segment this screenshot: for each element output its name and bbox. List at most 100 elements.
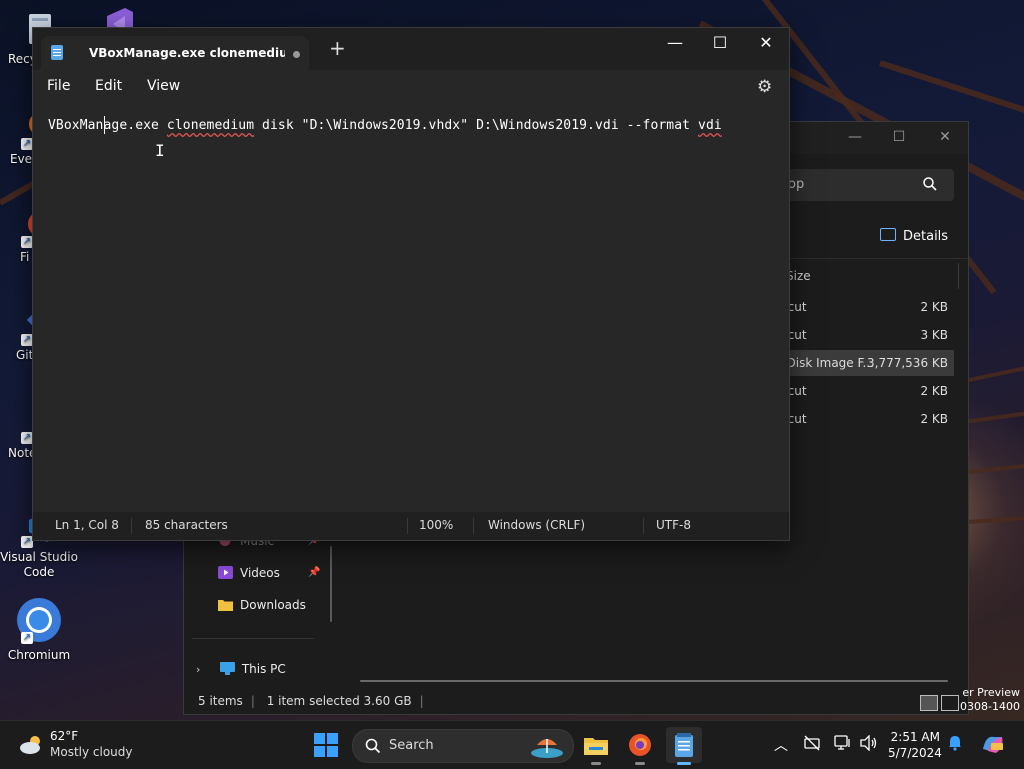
gear-icon[interactable]: ⚙ [757,77,772,97]
character-count: 85 characters [145,518,228,532]
file-type: ) Disk Image F... [778,356,874,370]
ibeam-cursor-icon: I [155,141,165,160]
explorer-close-button[interactable]: ✕ [922,122,968,152]
folder-icon [218,595,233,611]
videos-icon [218,563,233,579]
view-toggle[interactable] [920,692,962,711]
misspelled-word: clonemedium [166,118,255,133]
close-button[interactable]: ✕ [743,28,789,60]
nav-label: Downloads [240,598,306,612]
file-row-selected[interactable]: ) Disk Image F... 3,777,536 KB [778,350,954,376]
file-size: 3,777,536 KB [867,356,948,370]
status-separator [407,518,408,534]
notepad-status-bar: Ln 1, Col 8 85 characters 100% Windows (… [33,512,789,540]
start-button[interactable] [314,733,338,757]
explorer-search-box[interactable]: op [778,169,954,201]
copilot-icon[interactable] [980,731,1006,761]
file-row[interactable]: rtcut 3 KB [778,322,954,348]
line-ending[interactable]: Windows (CRLF) [488,518,585,532]
notepad-icon [51,45,63,60]
weather-temp: 62°F [50,729,79,743]
nav-scrollbar[interactable] [330,546,332,622]
clock-time: 2:51 AM [890,730,940,744]
menu-edit[interactable]: Edit [95,78,122,94]
search-label: Search [389,738,434,753]
firefox-icon [629,734,651,756]
file-size: 3 KB [920,328,948,342]
minimize-button[interactable]: — [652,28,698,60]
nav-label: Videos [240,566,280,580]
chromium-icon: ↗ [15,596,63,644]
file-row[interactable]: rtcut 2 KB [778,294,954,320]
search-icon [922,176,940,194]
windows-logo-icon [314,746,325,757]
network-icon[interactable] [834,735,852,755]
computer-icon [219,659,235,675]
text-caret [104,116,105,134]
build-text-line: er Preview [962,686,1020,699]
explorer-minimize-button[interactable]: — [832,122,878,152]
nav-item-videos[interactable]: Videos [218,561,280,585]
chevron-right-icon[interactable]: › [196,658,210,682]
status-separator [131,518,132,534]
text-editor[interactable]: VBoxManage.exe clonemedium disk "D:\Wind… [48,118,722,133]
build-text-line: 0308-1400 [960,700,1020,713]
search-highlight-icon [529,733,565,759]
windows-logo-icon [327,746,338,757]
volume-icon[interactable] [860,734,878,755]
menu-view[interactable]: View [147,78,180,94]
weather-desc: Mostly cloudy [50,745,133,759]
notification-bell-icon[interactable] [948,735,962,755]
system-clock[interactable]: 2:51 AM 5/7/2024 [888,729,942,761]
windows-build-watermark: er Preview 0308-1400 [960,686,1020,714]
tiles-view-icon[interactable] [941,694,959,711]
horizontal-scrollbar[interactable] [360,680,948,682]
explorer-status-bar: 5 items | 1 item selected 3.60 GB | [198,694,424,708]
notepad-window[interactable]: VBoxManage.exe clonemedium dis + — ☐ ✕ F… [32,27,790,541]
details-view-icon[interactable] [920,694,938,711]
maximize-button[interactable]: ☐ [697,28,743,60]
windows-logo-icon [314,733,325,744]
desktop-icon-label: Visual Studio Code [0,550,78,579]
details-label: Details [903,229,949,244]
selection-info: 1 item selected 3.60 GB [266,694,412,708]
clock-date: 5/7/2024 [888,746,942,760]
unsaved-indicator-icon[interactable] [293,51,300,58]
file-size: 2 KB [920,412,948,426]
details-pane-button[interactable]: Details [880,228,948,244]
status-separator [473,518,474,534]
file-row[interactable]: rtcut 2 KB [778,378,954,404]
running-indicator [635,762,645,765]
misspelled-word: vdi [698,118,722,133]
chevron-up-icon[interactable]: ︿ [774,735,788,755]
menu-bar: File Edit View [33,70,789,102]
wallpaper-beam [0,180,37,206]
explorer-search-text: op [788,177,805,192]
network-disabled-icon[interactable] [804,735,820,755]
zoom-level[interactable]: 100% [419,518,453,532]
details-pane-icon [880,228,896,241]
windows-logo-icon [327,733,338,744]
taskbar-search[interactable]: Search [352,729,574,763]
desktop: Recy ↗ Ever ↗ Fi ↗ Git ↗ Note ↗ Visual S… [0,0,1024,720]
taskbar-notepad[interactable] [666,727,702,765]
nav-item-this-pc[interactable]: › This PC [196,657,286,681]
notepad-icon [675,733,693,757]
nav-divider [192,638,314,639]
new-tab-button[interactable]: + [329,38,346,58]
column-separator[interactable] [958,263,959,289]
explorer-maximize-button[interactable]: ☐ [876,122,922,152]
editor-text: disk "D:\Windows2019.vhdx" D:\Windows201… [254,118,699,133]
notepad-tab[interactable]: VBoxManage.exe clonemedium dis [41,36,309,70]
editor-text: VBoxMan [48,118,104,133]
taskbar-firefox[interactable] [622,727,658,765]
taskbar-file-explorer[interactable] [578,727,614,765]
desktop-icon-chromium[interactable]: ↗ Chromium [0,596,78,663]
editor-text: age.exe [103,118,167,133]
cursor-position[interactable]: Ln 1, Col 8 [55,518,119,532]
file-row[interactable]: rtcut 2 KB [778,406,954,432]
partly-cloudy-icon [18,735,44,754]
nav-item-downloads[interactable]: Downloads [218,593,306,617]
encoding[interactable]: UTF-8 [656,518,691,532]
menu-file[interactable]: File [47,78,70,94]
